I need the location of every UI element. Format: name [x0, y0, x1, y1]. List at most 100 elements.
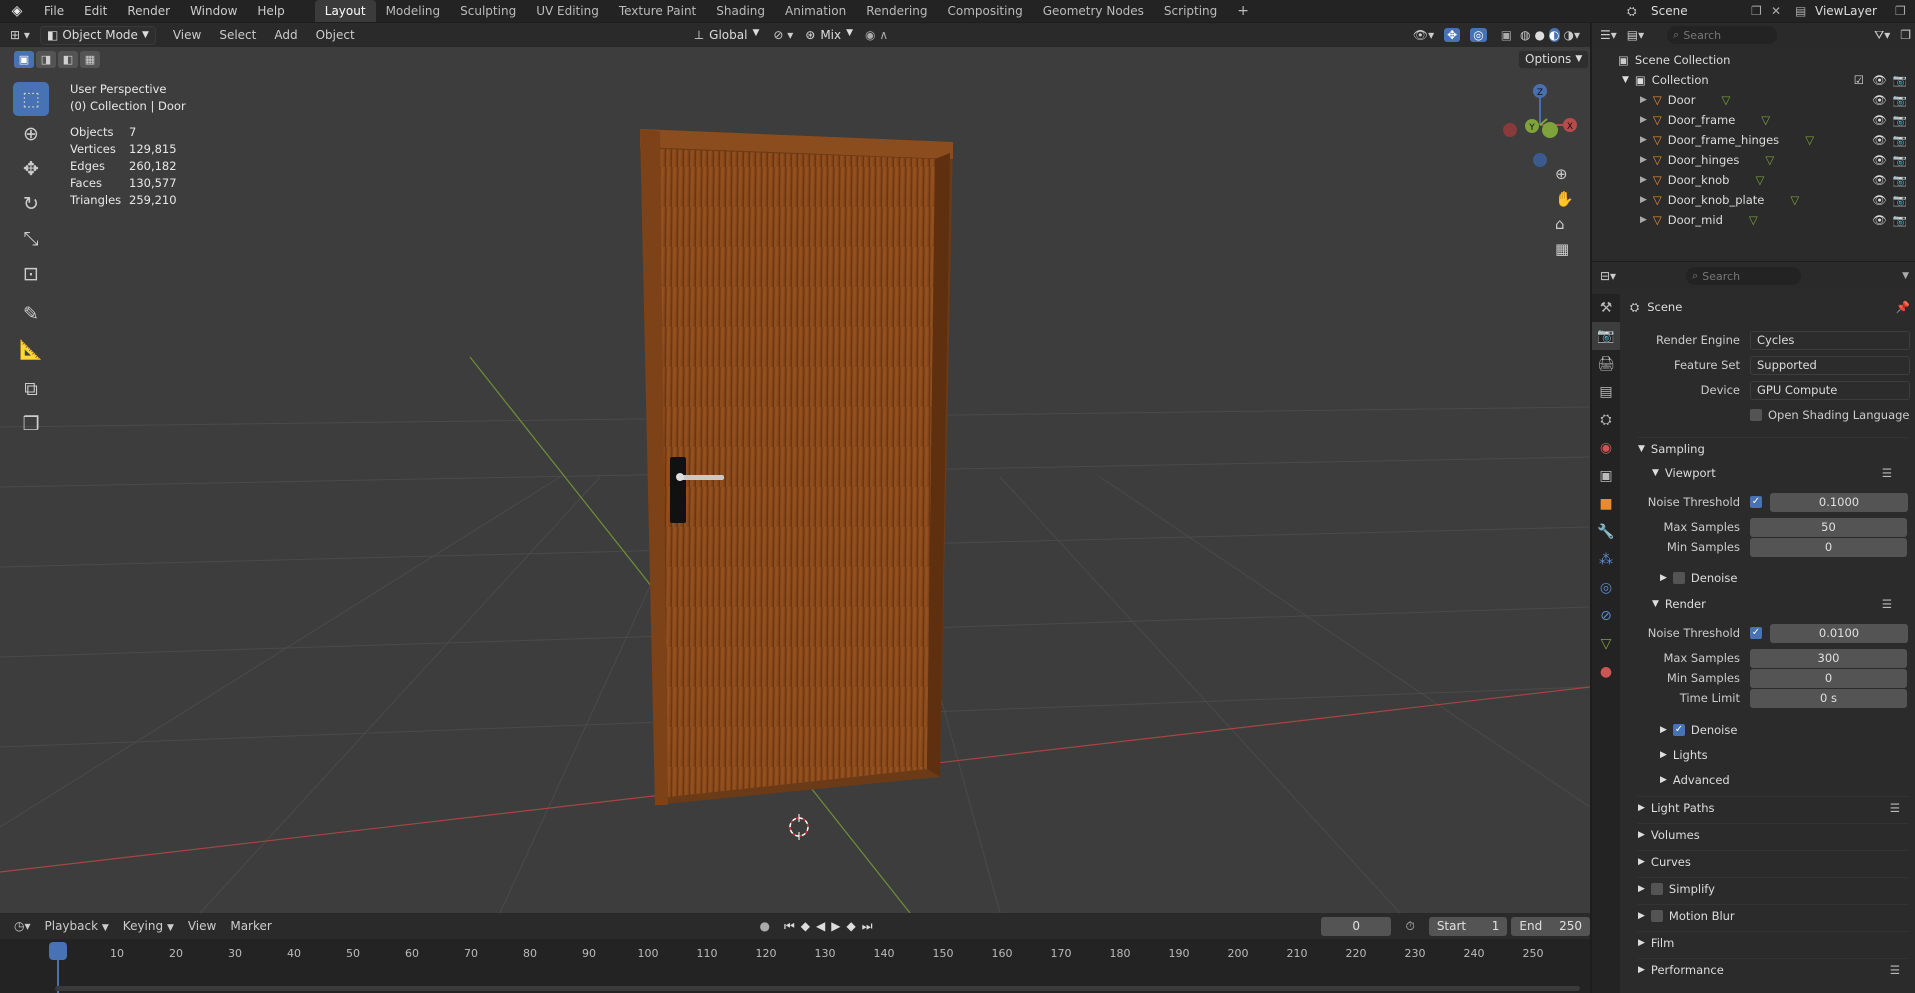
vp-denoise-checkbox[interactable] [1672, 572, 1685, 584]
lights-subsection[interactable]: ▶ Lights [1660, 744, 1708, 766]
3d-cursor[interactable] [789, 814, 809, 840]
light-paths-section[interactable]: ▶ Light Paths ☰ [1638, 796, 1908, 818]
menu-edit[interactable]: Edit [74, 0, 117, 22]
eye-icon[interactable]: 👁 [1872, 193, 1887, 207]
checkbox-icon[interactable]: ☑ [1854, 73, 1864, 87]
performance-section[interactable]: ▶ Performance ☰ [1638, 958, 1908, 980]
display-mode-icon[interactable]: ▤▾ [1627, 28, 1644, 42]
eye-icon[interactable]: 👁 [1872, 213, 1887, 227]
material-tab-icon[interactable]: ● [1592, 658, 1620, 686]
tab-shading[interactable]: Shading [706, 0, 775, 22]
eye-icon[interactable]: 👁 [1872, 173, 1887, 187]
mode-selector[interactable]: ◧ Object Mode ▼ [40, 25, 156, 45]
3d-viewport[interactable]: ▣ ◨ ◧ ▦ ⬚ ⊕ ✥ ↻ ⤡ ⊡ ✎ 📐 ⧉ ❒ User Perspec… [0, 47, 1590, 913]
transform-orientation-selector[interactable]: ⊥ Global ▼ [694, 28, 760, 42]
shading-material-icon[interactable]: ◐ [1549, 28, 1560, 42]
tab-layout[interactable]: Layout [314, 0, 376, 22]
tab-sculpting[interactable]: Sculpting [450, 0, 526, 22]
r-noise-field[interactable]: 0.0100 [1770, 623, 1908, 643]
outliner-object-row[interactable]: ▶ ▽ Door_knob_plate ▽ 👁 📷 [1592, 190, 1915, 210]
navigation-gizmo[interactable]: Z X Y [1495, 77, 1585, 167]
outliner-editor-icon[interactable]: ☰▾ [1600, 28, 1617, 42]
select-new-icon[interactable]: ▣ [14, 51, 34, 68]
shading-solid-icon[interactable]: ● [1535, 28, 1545, 42]
view-layer-tab-icon[interactable]: ▤ [1592, 378, 1620, 406]
timeline-scrollbar[interactable] [55, 986, 1580, 991]
feature-set-dropdown[interactable]: Supported [1750, 355, 1910, 375]
osl-row[interactable]: Open Shading Language [1750, 404, 1910, 426]
chevron-right-icon[interactable]: ▶ [1640, 135, 1647, 145]
constraint-tab-icon[interactable]: ⊘ [1592, 602, 1620, 630]
door-object[interactable] [640, 129, 953, 805]
menu-add[interactable]: Add [265, 24, 306, 46]
vp-denoise-subsection[interactable]: ▶ Denoise [1660, 567, 1737, 589]
volumes-section[interactable]: ▶ Volumes [1638, 823, 1908, 845]
scene-selector[interactable]: Scene [1651, 4, 1751, 18]
shading-rendered-icon[interactable]: ◑▾ [1564, 28, 1581, 42]
vp-noise-field[interactable]: 0.1000 [1770, 492, 1908, 512]
camera-icon[interactable]: 📷 [1893, 113, 1907, 127]
new-collection-icon[interactable]: ❐ [1900, 28, 1911, 42]
list-icon[interactable]: ☰ [1890, 963, 1900, 977]
r-noise-checkbox[interactable]: ✓ [1750, 627, 1762, 639]
r-time-field[interactable]: 0 s [1750, 688, 1907, 708]
camera-icon[interactable]: 📷 [1893, 173, 1907, 187]
r-denoise-checkbox[interactable]: ✓ [1672, 724, 1685, 736]
outliner-object-row[interactable]: ▶ ▽ Door_hinges ▽ 👁 📷 [1592, 150, 1915, 170]
outliner-object-row[interactable]: ▶ ▽ Door_frame_hinges ▽ 👁 📷 [1592, 130, 1915, 150]
chevron-right-icon[interactable]: ▶ [1640, 95, 1647, 105]
chevron-right-icon[interactable]: ▶ [1640, 215, 1647, 225]
camera-icon[interactable]: 📷 [1893, 93, 1907, 107]
eye-icon[interactable]: 👁 [1872, 73, 1887, 87]
outliner-object-row[interactable]: ▶ ▽ Door_knob ▽ 👁 📷 [1592, 170, 1915, 190]
chevron-right-icon[interactable]: ▶ [1640, 115, 1647, 125]
motion-blur-checkbox[interactable] [1650, 909, 1663, 922]
tab-texture-paint[interactable]: Texture Paint [609, 0, 706, 22]
chevron-right-icon[interactable]: ▶ [1640, 155, 1647, 165]
data-tab-icon[interactable]: ▽ [1592, 630, 1620, 658]
scene-tab-icon[interactable]: ⛭ [1592, 406, 1620, 434]
list-icon[interactable]: ☰ [1882, 597, 1892, 611]
select-intersect-icon[interactable]: ▦ [80, 51, 100, 68]
annotate-tool[interactable]: ✎ [13, 297, 49, 331]
viewport-subsection[interactable]: ▼ Viewport ☰ [1652, 462, 1892, 484]
chevron-down-icon[interactable]: ▼ [1622, 75, 1629, 85]
filter-icon[interactable]: ⛛▾ [1874, 28, 1890, 43]
sampling-section[interactable]: ▼ Sampling [1638, 437, 1908, 459]
chevron-down-icon[interactable]: ▼ [1902, 271, 1909, 281]
view-layer-selector[interactable]: ViewLayer [1815, 4, 1895, 18]
camera-icon[interactable]: 📷 [1893, 153, 1907, 167]
eye-icon[interactable]: 👁 [1872, 133, 1887, 147]
device-dropdown[interactable]: GPU Compute [1750, 380, 1910, 400]
menu-file[interactable]: File [34, 0, 74, 22]
select-box-tool[interactable]: ⬚ [13, 82, 49, 116]
visibility-icon[interactable]: 👁▾ [1413, 28, 1434, 42]
menu-view[interactable]: View [164, 24, 210, 46]
eye-icon[interactable]: 👁 [1872, 153, 1887, 167]
playhead[interactable] [49, 942, 67, 960]
tool-tab-icon[interactable]: ⚒ [1592, 294, 1620, 322]
menu-window[interactable]: Window [180, 0, 247, 22]
r-denoise-subsection[interactable]: ▶ ✓ Denoise [1660, 719, 1737, 741]
add-object-tool[interactable]: ❒ [13, 407, 49, 441]
scene-icon[interactable]: ⛭ [1627, 4, 1651, 19]
delete-scene-icon[interactable]: ✕ [1771, 4, 1795, 18]
r-max-field[interactable]: 300 [1750, 648, 1907, 668]
xray-icon[interactable]: ▣ [1501, 28, 1512, 42]
zoom-icon[interactable]: ⊕ [1555, 165, 1574, 183]
outliner-object-row[interactable]: ▶ ▽ Door ▽ 👁 📷 [1592, 90, 1915, 110]
outliner-search-field[interactable]: ⌕ Search [1667, 26, 1778, 44]
new-scene-icon[interactable]: ❐ [1751, 4, 1771, 18]
physics-tab-icon[interactable]: ◎ [1592, 574, 1620, 602]
camera-icon[interactable]: 📷 [1893, 133, 1907, 147]
select-subtract-icon[interactable]: ◧ [58, 51, 78, 68]
list-icon[interactable]: ☰ [1890, 801, 1900, 815]
object-tab-icon[interactable]: ■ [1592, 490, 1620, 518]
outliner-object-row[interactable]: ▶ ▽ Door_mid ▽ 👁 📷 [1592, 210, 1915, 230]
chevron-right-icon[interactable]: ▶ [1640, 175, 1647, 185]
select-extend-icon[interactable]: ◨ [36, 51, 56, 68]
move-tool[interactable]: ✥ [13, 152, 49, 186]
add-cube-tool[interactable]: ⧉ [13, 372, 49, 406]
perspective-toggle-icon[interactable]: ▦ [1555, 240, 1574, 258]
scene-collection-row[interactable]: ▣ Scene Collection [1592, 50, 1915, 70]
